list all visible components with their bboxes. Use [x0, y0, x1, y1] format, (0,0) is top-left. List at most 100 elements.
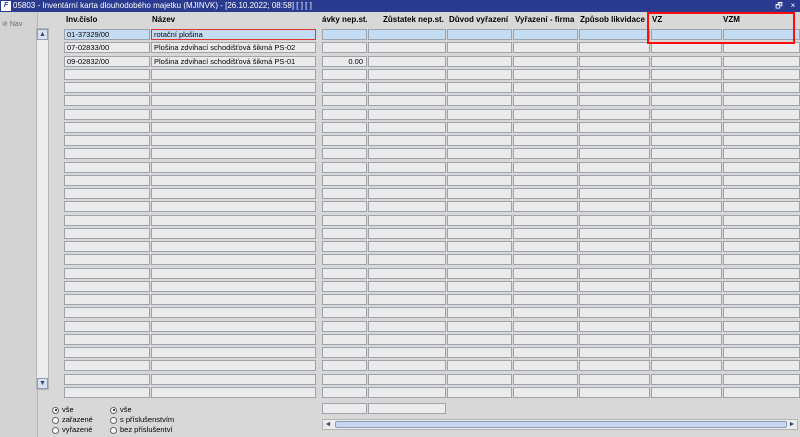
grid-cell-c6[interactable]	[513, 188, 578, 199]
grid-cell-c8[interactable]	[651, 254, 722, 266]
grid-cell-c7[interactable]	[579, 320, 650, 332]
grid-cell-c3[interactable]	[322, 135, 367, 146]
grid-cell-c8[interactable]	[651, 188, 722, 199]
grid-cell-c7[interactable]	[579, 333, 650, 345]
grid-cell-c7[interactable]	[579, 254, 650, 266]
grid-cell-c7[interactable]	[579, 108, 650, 120]
grid-cell-c9[interactable]	[723, 254, 800, 266]
grid-cell-c8[interactable]	[651, 386, 722, 398]
scroll-thumb[interactable]	[335, 421, 787, 428]
accessory-filter-option[interactable]: bez příslušentví	[110, 425, 174, 435]
grid-cell-c6[interactable]	[513, 95, 578, 107]
grid-cell-c9[interactable]	[723, 320, 800, 332]
grid-cell-c4[interactable]	[368, 188, 446, 199]
grid-cell-inv[interactable]	[64, 280, 150, 292]
grid-cell-c8[interactable]	[651, 148, 722, 160]
grid-cell-c9[interactable]	[723, 188, 800, 199]
grid-cell-c5[interactable]	[447, 174, 512, 186]
grid-cell-inv[interactable]: 09-02832/00	[64, 55, 150, 67]
grid-cell-c4[interactable]	[368, 347, 446, 358]
scroll-down-icon[interactable]: ▼	[37, 378, 48, 389]
restore-window-icon[interactable]: 🗗	[772, 0, 786, 12]
grid-cell-c3[interactable]	[322, 386, 367, 398]
grid-cell-nazev[interactable]	[151, 280, 316, 292]
grid-cell-c4[interactable]	[368, 333, 446, 345]
grid-cell-c5[interactable]	[447, 267, 512, 279]
grid-cell-nazev[interactable]	[151, 254, 316, 266]
grid-cell-c7[interactable]	[579, 161, 650, 173]
grid-cell-c4[interactable]	[368, 55, 446, 67]
grid-cell-c3[interactable]	[322, 294, 367, 305]
scroll-up-icon[interactable]: ▲	[37, 29, 48, 40]
radio-icon[interactable]	[110, 416, 117, 424]
grid-cell-nazev[interactable]	[151, 214, 316, 226]
accessory-filter-option[interactable]: s příslušenstvím	[110, 415, 174, 425]
grid-cell-c4[interactable]	[368, 82, 446, 93]
grid-cell-c7[interactable]	[579, 121, 650, 133]
grid-cell-inv[interactable]	[64, 201, 150, 213]
grid-cell-c3[interactable]	[322, 320, 367, 332]
column-header-inv[interactable]: Inv.číslo	[66, 14, 152, 26]
grid-cell-c6[interactable]	[513, 201, 578, 213]
grid-cell-inv[interactable]	[64, 121, 150, 133]
grid-cell-c9[interactable]	[723, 161, 800, 173]
grid-cell-nazev[interactable]	[151, 267, 316, 279]
grid-cell-c3[interactable]	[322, 214, 367, 226]
grid-cell-c6[interactable]	[513, 68, 578, 80]
grid-cell-c5[interactable]	[447, 254, 512, 266]
grid-cell-c7[interactable]	[579, 188, 650, 199]
grid-cell-c8[interactable]	[651, 307, 722, 319]
grid-cell-c6[interactable]	[513, 241, 578, 252]
radio-icon[interactable]	[52, 416, 59, 424]
grid-cell-c7[interactable]	[579, 135, 650, 146]
grid-cell-nazev[interactable]	[151, 360, 316, 372]
grid-cell-c8[interactable]	[651, 294, 722, 305]
grid-cell-c3[interactable]	[322, 333, 367, 345]
grid-cell-c6[interactable]	[513, 227, 578, 239]
grid-cell-c5[interactable]	[447, 201, 512, 213]
grid-cell-nazev[interactable]	[151, 174, 316, 186]
grid-cell-c3[interactable]	[322, 121, 367, 133]
grid-cell-nazev[interactable]	[151, 188, 316, 199]
grid-cell-c7[interactable]	[579, 201, 650, 213]
grid-cell-c5[interactable]	[447, 307, 512, 319]
grid-cell-c5[interactable]	[447, 373, 512, 385]
grid-cell-c7[interactable]	[579, 267, 650, 279]
grid-cell-c7[interactable]	[579, 227, 650, 239]
grid-cell-nazev[interactable]	[151, 161, 316, 173]
vertical-scrollbar[interactable]: ▲ ▼	[36, 28, 49, 390]
radio-icon[interactable]	[52, 406, 59, 414]
grid-cell-inv[interactable]	[64, 294, 150, 305]
grid-cell-c6[interactable]	[513, 82, 578, 93]
grid-cell-inv[interactable]	[64, 214, 150, 226]
grid-cell-c6[interactable]	[513, 161, 578, 173]
grid-cell-c9[interactable]	[723, 280, 800, 292]
grid-cell-c4[interactable]	[368, 42, 446, 54]
grid-cell-inv[interactable]	[64, 360, 150, 372]
grid-cell-c3[interactable]	[322, 68, 367, 80]
grid-cell-inv[interactable]	[64, 174, 150, 186]
grid-cell-c9[interactable]	[723, 135, 800, 146]
grid-cell-c3[interactable]	[322, 227, 367, 239]
grid-cell-nazev[interactable]: Plošina zdvihací schodišťová šikmá PS-01	[151, 55, 316, 67]
grid-cell-c5[interactable]	[447, 347, 512, 358]
grid-cell-c6[interactable]	[513, 347, 578, 358]
grid-cell-c4[interactable]	[368, 294, 446, 305]
grid-cell-inv[interactable]	[64, 347, 150, 358]
grid-cell-nazev[interactable]	[151, 68, 316, 80]
grid-cell-inv[interactable]	[64, 241, 150, 252]
grid-cell-inv[interactable]: 01-37329/00	[64, 29, 150, 40]
grid-cell-inv[interactable]	[64, 373, 150, 385]
grid-cell-inv[interactable]	[64, 148, 150, 160]
grid-cell-nazev[interactable]	[151, 227, 316, 239]
grid-cell-c8[interactable]	[651, 174, 722, 186]
grid-cell-c4[interactable]	[368, 121, 446, 133]
grid-cell-c5[interactable]	[447, 82, 512, 93]
grid-cell-c9[interactable]	[723, 294, 800, 305]
status-filter-option[interactable]: zařazené	[52, 415, 93, 425]
grid-cell-c4[interactable]	[368, 148, 446, 160]
column-header-nazev[interactable]: Název	[152, 14, 317, 26]
grid-cell-nazev[interactable]	[151, 333, 316, 345]
grid-cell-c4[interactable]	[368, 267, 446, 279]
grid-cell-nazev[interactable]	[151, 241, 316, 252]
